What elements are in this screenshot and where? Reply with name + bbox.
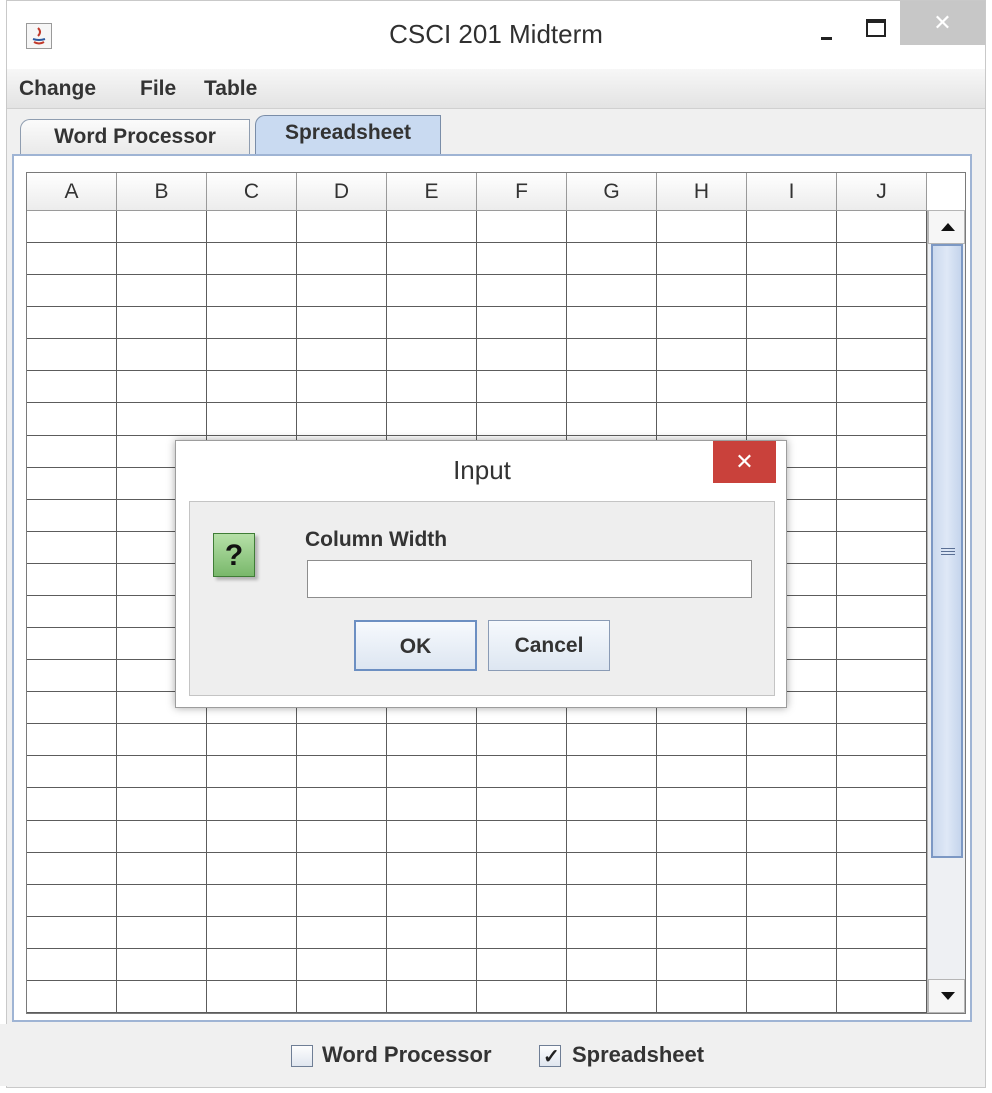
close-button[interactable]: ✕ [900, 1, 985, 45]
minimize-button[interactable] [813, 21, 841, 49]
question-icon: ? [213, 533, 255, 577]
column-header[interactable]: D [297, 173, 387, 211]
spreadsheet-checkbox[interactable]: ✓ [539, 1045, 561, 1068]
maximize-button[interactable] [859, 13, 889, 43]
table-row[interactable] [27, 723, 927, 724]
column-header[interactable]: A [27, 173, 117, 211]
table-row[interactable] [27, 820, 927, 821]
table-row[interactable] [27, 435, 927, 436]
table-row[interactable] [27, 755, 927, 756]
table-row[interactable] [27, 916, 927, 917]
dialog-body: ? Column Width OK Cancel [189, 501, 775, 696]
table-row[interactable] [27, 370, 927, 371]
input-dialog: Input ✕ ? Column Width OK Cancel [175, 440, 787, 708]
table-row[interactable] [27, 274, 927, 275]
word-processor-checkbox-label[interactable]: Word Processor [322, 1042, 492, 1068]
grip-icon [941, 548, 955, 549]
table-row[interactable] [27, 402, 927, 403]
column-header[interactable]: H [657, 173, 747, 211]
tab-strip: Word Processor Spreadsheet [12, 113, 972, 156]
arrow-up-icon [941, 223, 955, 231]
column-header[interactable]: B [117, 173, 207, 211]
menu-table[interactable]: Table [204, 77, 257, 101]
dialog-title: Input [453, 455, 511, 485]
column-header[interactable]: I [747, 173, 837, 211]
column-header[interactable]: J [837, 173, 927, 211]
menu-change[interactable]: Change [19, 77, 96, 101]
dialog-prompt: Column Width [305, 528, 448, 551]
scroll-up-button[interactable] [928, 210, 965, 244]
column-divider [836, 211, 837, 1013]
word-processor-checkbox[interactable] [291, 1045, 313, 1067]
table-row[interactable] [27, 948, 927, 949]
column-header[interactable]: E [387, 173, 477, 211]
table-row[interactable] [27, 884, 927, 885]
menu-bar: Change File Table [7, 69, 985, 109]
table-row[interactable] [27, 980, 927, 981]
scroll-down-button[interactable] [928, 979, 965, 1013]
cancel-button[interactable]: Cancel [488, 620, 610, 671]
arrow-down-icon [941, 992, 955, 1000]
column-width-input[interactable] [307, 560, 752, 598]
tab-spreadsheet[interactable]: Spreadsheet [255, 115, 441, 156]
column-header[interactable]: F [477, 173, 567, 211]
table-row[interactable] [27, 306, 927, 307]
column-header[interactable]: G [567, 173, 657, 211]
column-header[interactable]: C [207, 173, 297, 211]
checkmark-icon: ✓ [543, 1046, 560, 1068]
column-divider [116, 211, 117, 1013]
ok-button[interactable]: OK [354, 620, 477, 671]
scroll-thumb[interactable] [931, 244, 963, 858]
vertical-scrollbar[interactable] [927, 210, 965, 1013]
table-row[interactable] [27, 852, 927, 853]
spreadsheet-checkbox-label[interactable]: Spreadsheet [572, 1042, 704, 1068]
table-row[interactable] [27, 787, 927, 788]
table-row[interactable] [27, 1012, 927, 1013]
table-row[interactable] [27, 338, 927, 339]
table-row[interactable] [27, 242, 927, 243]
tab-word-processor[interactable]: Word Processor [20, 119, 250, 155]
menu-file[interactable]: File [140, 77, 176, 101]
title-bar[interactable]: CSCI 201 Midterm ✕ [7, 1, 985, 69]
dialog-close-button[interactable]: ✕ [713, 441, 776, 483]
